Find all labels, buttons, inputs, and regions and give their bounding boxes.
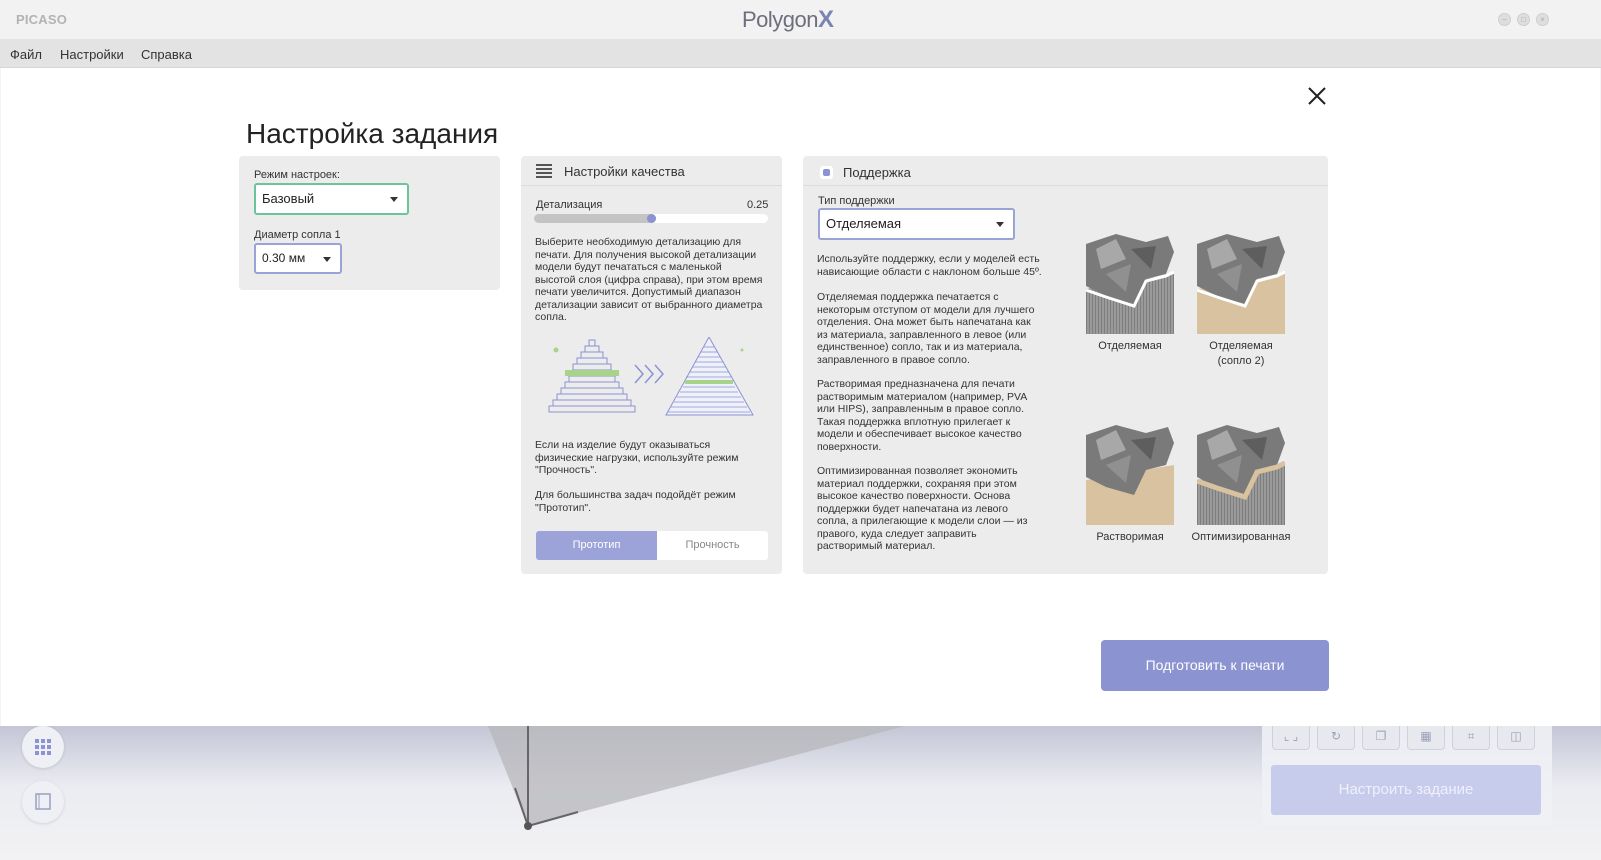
support-title: Поддержка: [843, 165, 911, 180]
support-panel-header: Поддержка: [803, 156, 1328, 186]
support-text-soluble: Растворимая предназначена для печати рас…: [817, 378, 1028, 453]
support-type-label: Тип поддержки: [818, 195, 895, 207]
setup-task-button[interactable]: Настроить задание: [1271, 765, 1541, 815]
quality-title: Настройки качества: [564, 164, 685, 179]
prototype-mode-button[interactable]: Прототип: [536, 531, 657, 560]
chevron-down-icon: [996, 222, 1004, 227]
book-icon: [35, 793, 51, 810]
support-option-separable-nozzle2[interactable]: [1197, 234, 1285, 334]
mode-label: Режим настроек:: [254, 169, 340, 181]
detail-label: Детализация: [536, 199, 603, 211]
app-window: { "app": {"brand": "PICASO", "logo_text"…: [0, 0, 1601, 860]
detail-slider-handle[interactable]: [647, 214, 656, 223]
logo-mark: X: [818, 6, 834, 33]
support-option-label: Отделяемая (сопло 2): [1209, 340, 1273, 367]
copy-tool-button[interactable]: ❐: [1362, 726, 1400, 750]
logo-text: Polygon: [742, 7, 819, 32]
arrange-icon: ▦: [1420, 729, 1432, 743]
minimize-button[interactable]: –: [1498, 13, 1511, 26]
layers-icon: [536, 164, 552, 178]
grid-icon: [35, 739, 51, 755]
menu-bar: Файл Настройки Справка: [0, 40, 1601, 68]
grid-view-button[interactable]: [22, 726, 64, 768]
support-text-optimized: Оптимизированная позволяет экономить мат…: [817, 465, 1028, 552]
strength-mode-button[interactable]: Прочность: [657, 531, 768, 560]
chevron-down-icon: [323, 256, 331, 262]
support-type-value: Отделяемая: [826, 216, 902, 231]
book-view-button[interactable]: [22, 781, 64, 823]
support-option-label: Оптимизированная: [1191, 531, 1291, 543]
support-option-soluble[interactable]: [1086, 425, 1174, 525]
checkbox-mark-icon: [823, 169, 830, 176]
support-checkbox[interactable]: [820, 166, 833, 179]
fit-tool-button[interactable]: ⌞ ⌟: [1272, 726, 1310, 750]
mode-select[interactable]: Базовый: [254, 183, 409, 215]
model-optimized-image: [1197, 425, 1285, 525]
menu-file[interactable]: Файл: [10, 47, 42, 62]
maximize-button[interactable]: □: [1517, 13, 1530, 26]
polygon-logo: PolygonX: [742, 6, 834, 34]
layout-icon: ◫: [1510, 729, 1522, 743]
nozzle-value: 0.30 мм: [262, 251, 306, 265]
detail-value: 0.25: [747, 199, 769, 211]
rotate-tool-button[interactable]: ↻: [1317, 726, 1355, 750]
support-option-label: Растворимая: [1096, 531, 1164, 543]
support-option-label: Отделяемая: [1098, 340, 1162, 352]
nozzle-select[interactable]: 0.30 мм: [254, 243, 342, 274]
align-tool-button[interactable]: ⌗: [1452, 726, 1490, 750]
rotate-icon: ↻: [1330, 729, 1342, 743]
strength-note: Если на изделие будут оказываться физиче…: [535, 439, 739, 476]
title-bar: PICASO PolygonX – □ ×: [0, 0, 1601, 40]
detail-slider-track[interactable]: [534, 214, 768, 223]
quality-panel: Настройки качества Детализация 0.25 Выбе…: [521, 156, 782, 574]
window-close-button[interactable]: ×: [1536, 13, 1549, 26]
prototype-note: Для большинства задач подойдёт режим "Пр…: [535, 489, 736, 514]
menu-help[interactable]: Справка: [141, 47, 192, 62]
support-text-general: Используйте поддержку, если у моделей ес…: [817, 253, 1042, 278]
support-option-optimized[interactable]: [1197, 425, 1285, 525]
support-type-select[interactable]: Отделяемая: [818, 208, 1015, 240]
layer-height-illustration: [548, 337, 754, 416]
model-soluble-image: [1086, 425, 1174, 525]
model-separable-image: [1086, 234, 1174, 334]
fit-icon: ⌞ ⌟: [1283, 729, 1299, 743]
chevron-down-icon: [390, 197, 398, 202]
quality-panel-header: Настройки качества: [521, 156, 782, 186]
copy-icon: ❐: [1375, 729, 1387, 743]
dialog-title: Настройка задания: [246, 118, 499, 149]
arrange-tool-button[interactable]: ▦: [1407, 726, 1445, 750]
detail-slider-fill: [534, 214, 656, 223]
detail-description: Выберите необходимую детализацию для печ…: [535, 236, 763, 323]
nozzle-label: Диаметр сопла 1: [254, 229, 341, 241]
support-text-separable: Отделяемая поддержка печатается с некото…: [817, 291, 1035, 366]
menu-settings[interactable]: Настройки: [60, 47, 124, 62]
support-option-separable[interactable]: [1086, 234, 1174, 334]
mode-panel: Режим настроек: Базовый Диаметр сопла 1 …: [239, 156, 500, 290]
close-icon[interactable]: [1305, 84, 1329, 108]
align-icon: ⌗: [1467, 729, 1475, 743]
brand-label: PICASO: [16, 12, 68, 27]
layout-tool-button[interactable]: ◫: [1497, 726, 1535, 750]
model-separable-nozzle2-image: [1197, 234, 1285, 334]
mode-value: Базовый: [262, 191, 315, 206]
prepare-print-button[interactable]: Подготовить к печати: [1101, 640, 1329, 691]
